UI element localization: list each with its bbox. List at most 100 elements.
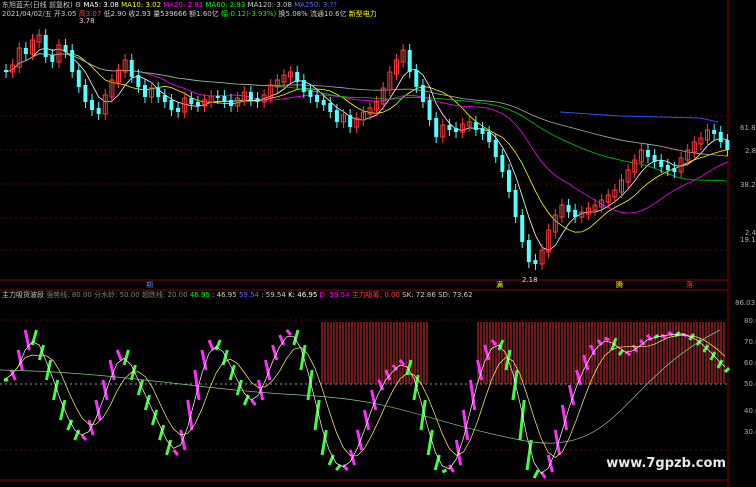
candle-body xyxy=(659,160,664,167)
indicator-legend-item-10: 主力吸筹: 0.00 xyxy=(351,291,403,299)
candle-body xyxy=(23,48,28,54)
kdj-bar xyxy=(723,366,731,374)
candle-body xyxy=(533,260,538,264)
kdj-bar xyxy=(285,329,293,336)
candle-body xyxy=(480,128,485,134)
quote-info-line: 2021/04/02/五 开3.05 高3.07 低2.90 收2.93 量53… xyxy=(2,10,377,19)
indicator-legend-item-4: 46.95 xyxy=(189,291,213,299)
candle-body xyxy=(500,155,505,172)
ma-line xyxy=(5,47,728,251)
low-price-value: 2.18 xyxy=(522,276,538,284)
kdj-bar xyxy=(567,384,576,406)
kdj-bar xyxy=(115,349,123,361)
kdj-bar xyxy=(490,339,498,346)
stock-title: 东旭蓝天(日线 前复权) ⚙ MA5: 3.08 MA10: 3.02 MA20… xyxy=(2,1,337,10)
candle-body xyxy=(315,95,320,102)
info-item-0: 2021/04/02/五 开3.05 xyxy=(2,10,79,18)
candle-body xyxy=(725,140,730,150)
axis-label: 70.0 xyxy=(744,338,756,346)
indicator-legend-item-3: 超跌线: 20.00 xyxy=(141,291,190,299)
candle-body xyxy=(321,100,326,105)
kdj-bar xyxy=(250,399,257,406)
watermark: www.7gpzb.com xyxy=(606,456,726,471)
indicator-legend-item-12: SD: 73.62 xyxy=(438,291,473,299)
info-item-5: 额1.60亿 xyxy=(189,10,221,18)
ma-legend-item-2: MA20: 2.91 xyxy=(163,1,206,9)
candle-body xyxy=(506,170,511,192)
candle-body xyxy=(665,165,670,170)
low-price-marker: 2.18 xyxy=(522,276,538,285)
candle-body xyxy=(328,103,333,112)
candle-body xyxy=(76,70,81,87)
axis-label: 61.8 xyxy=(740,124,756,132)
candle-body xyxy=(50,55,55,62)
candle-body xyxy=(513,190,518,217)
indicator-legend-item-0: 主力吸货波段 xyxy=(2,291,47,299)
kdj-bar xyxy=(299,344,307,371)
candle-body xyxy=(447,125,452,130)
ma-legend: MA5: 3.08 MA10: 3.02 MA20: 2.91 MA60: 2.… xyxy=(83,1,337,9)
stock-name: 东旭蓝天(日线 前复权) xyxy=(2,1,73,9)
candle-body xyxy=(348,115,353,127)
kdj-bar xyxy=(172,449,180,456)
candle-body xyxy=(473,122,478,130)
candle-body xyxy=(672,168,677,172)
candle-body xyxy=(334,110,339,122)
kdj-bar xyxy=(384,369,392,381)
kdj-bar xyxy=(604,336,610,342)
axis-label: 40.0 xyxy=(744,407,756,415)
kdj-bar xyxy=(59,399,67,421)
kdj-bar xyxy=(342,464,349,471)
indicator-legend: 主力吸货波段 强势线: 80.00 分水岭: 50.00 超跌线: 20.00 … xyxy=(2,291,473,300)
info-item-7: 换5.08% xyxy=(278,10,310,18)
ma-legend-item-1: MA10: 3.02 xyxy=(121,1,164,9)
absorb-zone-bars xyxy=(321,322,725,384)
gear-icon[interactable]: ⚙ xyxy=(75,1,81,9)
candle-body xyxy=(229,100,234,106)
candle-body xyxy=(70,50,75,72)
candle-body xyxy=(308,90,313,97)
kdj-bar xyxy=(469,379,477,411)
info-item-3: 收2.93 xyxy=(128,10,154,18)
marker-label: 满 xyxy=(496,281,503,289)
ma250-line xyxy=(559,111,719,123)
indicator-legend-item-1: 强势线: 80.00 xyxy=(46,291,95,299)
candle-body xyxy=(136,75,141,87)
candle-body xyxy=(156,88,161,97)
candle-body xyxy=(189,98,194,104)
indicator-legend-item-6: 59.54 xyxy=(238,291,262,299)
candle-body xyxy=(520,215,525,242)
axis-label: 80.0 xyxy=(744,317,756,325)
candle-body xyxy=(43,35,48,57)
kdj-bar xyxy=(617,349,625,356)
info-item-4: 量539666 xyxy=(153,10,190,18)
indicator-legend-item-2: 分水岭: 50.00 xyxy=(94,291,142,299)
info-item-2: 低2.90 xyxy=(103,10,129,18)
high-price-value: 3.78 xyxy=(79,17,95,25)
candle-body xyxy=(434,118,439,137)
axis-label: 60.0 xyxy=(744,359,756,367)
candle-body xyxy=(169,100,174,110)
indicator-legend-item-11: SK: 72.86 xyxy=(402,291,439,299)
moving-average-lines xyxy=(5,47,728,251)
kdj-bar xyxy=(122,349,130,366)
candle-body xyxy=(301,80,306,92)
indicator-legend-item-8: K: 46.95 xyxy=(288,291,320,299)
ma-line xyxy=(5,53,728,157)
axis-label: 86.03 xyxy=(735,299,756,307)
candle-body xyxy=(142,85,147,97)
candle-body xyxy=(712,130,717,134)
candle-body xyxy=(248,92,253,100)
ma-legend-item-3: MA60: 2.93 xyxy=(205,1,248,9)
candle-body xyxy=(90,100,95,110)
kdj-bar xyxy=(16,349,24,371)
high-price-marker: 3.78 xyxy=(79,17,95,26)
kdj-bar xyxy=(9,369,17,381)
candle-body xyxy=(96,108,101,114)
kdj-bar xyxy=(370,389,378,411)
indicator-legend-item-9: D: 59.54 xyxy=(319,291,352,299)
kdj-bar xyxy=(207,339,215,351)
candle-body xyxy=(652,155,657,162)
candle-body xyxy=(255,98,260,102)
candle-body xyxy=(195,102,200,106)
